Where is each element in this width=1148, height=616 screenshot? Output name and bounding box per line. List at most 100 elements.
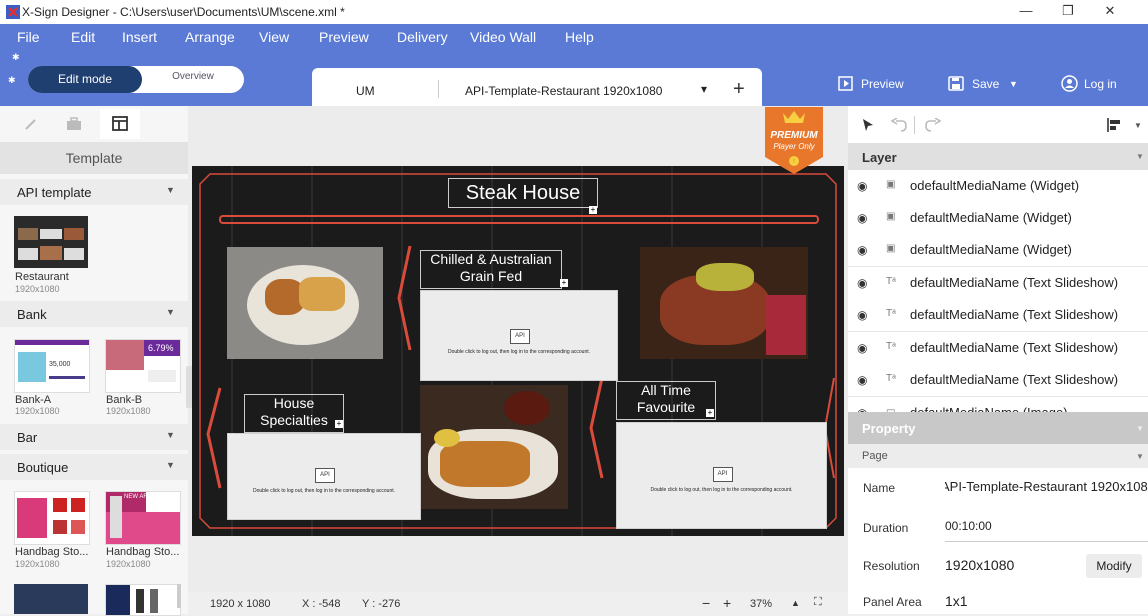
layer-row[interactable]: ◉ Tᵃ defaultMediaName (Text Slideshow) [848, 299, 1148, 332]
select-arrow-icon[interactable] [862, 118, 874, 132]
zoom-dropdown-icon[interactable]: ▲ [791, 598, 800, 608]
menu-video-wall[interactable]: Video Wall [470, 29, 536, 45]
preview-button[interactable]: Preview [861, 77, 904, 91]
chevron-down-icon: ▼ [166, 185, 175, 195]
edit-mode-button[interactable]: Edit mode [28, 66, 142, 93]
category-boutique[interactable]: Boutique ▼ [0, 454, 188, 480]
layer-row[interactable]: ◉ Tᵃ defaultMediaName (Text Slideshow) [848, 332, 1148, 365]
expand-plus-icon[interactable]: + [706, 409, 714, 417]
layer-header-label: Layer [862, 150, 897, 165]
template-icon [112, 116, 128, 131]
handbag-2-banner: NEW ARRIAL [124, 494, 162, 500]
api-widget-3[interactable]: API Double click to log out, then log in… [616, 422, 827, 529]
visibility-eye-icon[interactable]: ◉ [857, 179, 867, 193]
tab-project[interactable]: UM [356, 84, 375, 98]
mode-switch[interactable]: Edit mode Overview [28, 66, 244, 93]
template-name-bank-b: Bank-B [106, 394, 143, 406]
fried-chicken-photo[interactable] [227, 247, 383, 359]
api-widget-2[interactable]: API Double click to log out, then log in… [227, 433, 421, 520]
layer-row[interactable]: ◉ Tᵃ defaultMediaName (Text Slideshow) [848, 267, 1148, 300]
menu-help[interactable]: Help [565, 29, 594, 45]
category-api-template[interactable]: API template ▼ [0, 179, 188, 205]
handbag-1-thumbnail[interactable] [14, 491, 90, 545]
visibility-eye-icon[interactable]: ◉ [857, 373, 867, 387]
modify-button[interactable]: Modify [1086, 554, 1142, 578]
expand-plus-icon[interactable]: + [560, 279, 568, 287]
prop-duration-value[interactable]: 00:10:00 [945, 519, 992, 533]
visibility-eye-icon[interactable]: ◉ [857, 243, 867, 257]
steak-photo[interactable] [640, 247, 808, 359]
bank-b-thumbnail[interactable]: 6.79% [105, 339, 181, 393]
zoom-in-button[interactable]: + [723, 595, 731, 611]
visibility-eye-icon[interactable]: ◉ [857, 341, 867, 355]
house-specialties-label[interactable]: House Specialties [244, 394, 344, 433]
layer-name: defaultMediaName (Text Slideshow) [910, 340, 1119, 355]
template-size-bank-b: 1920x1080 [106, 406, 151, 416]
fit-screen-icon[interactable]: ⛶ [814, 596, 822, 609]
expand-plus-icon[interactable]: + [335, 420, 343, 428]
overview-button[interactable]: Overview [142, 66, 244, 93]
category-bar[interactable]: Bar ▼ [0, 424, 188, 450]
layer-row[interactable]: ◉ ▣ defaultMediaName (Widget) [848, 234, 1148, 267]
minimize-button[interactable]: — [1012, 3, 1040, 21]
preview-icon [838, 76, 853, 91]
add-tab-button[interactable]: + [733, 78, 745, 101]
api-widget-1[interactable]: API Double click to log out, then log in… [420, 290, 618, 381]
bank-a-thumbnail[interactable]: 35,000 [14, 339, 90, 393]
redo-icon[interactable] [925, 118, 941, 132]
zoom-out-button[interactable]: − [702, 595, 710, 611]
pencil-icon[interactable] [24, 117, 38, 131]
visibility-eye-icon[interactable]: ◉ [857, 308, 867, 322]
premium-badge: ! [765, 107, 823, 174]
menu-file[interactable]: File [17, 29, 40, 45]
layer-header: Layer ▼ [848, 143, 1148, 170]
tab-page[interactable]: API-Template-Restaurant 1920x1080 [465, 84, 662, 98]
layer-row[interactable]: ◉ Tᵃ defaultMediaName (Text Slideshow) [848, 364, 1148, 397]
undo-icon[interactable] [891, 118, 907, 132]
menu-insert[interactable]: Insert [122, 29, 157, 45]
template-thumbnail-next-1[interactable] [14, 584, 88, 614]
widget-icon: ▣ [886, 243, 896, 254]
close-button[interactable]: ✕ [1096, 3, 1124, 21]
align-dropdown-icon[interactable]: ▼ [1134, 121, 1142, 130]
category-bank[interactable]: Bank ▼ [0, 301, 188, 327]
template-name-handbag-1: Handbag Sto... [15, 546, 89, 558]
expand-plus-icon[interactable]: + [589, 206, 597, 214]
tab-dropdown-icon[interactable]: ▾ [701, 82, 707, 96]
layer-row[interactable]: ◉ ▣ defaultMediaName (Widget) [848, 202, 1148, 235]
all-time-favourite-label[interactable]: All Time Favourite [616, 381, 716, 420]
menu-preview[interactable]: Preview [319, 29, 369, 45]
menu-view[interactable]: View [259, 29, 289, 45]
chilled-label[interactable]: Chilled & Australian Grain Fed [420, 250, 562, 289]
visibility-eye-icon[interactable]: ◉ [857, 276, 867, 290]
save-button[interactable]: Save [972, 77, 999, 91]
api-widget-text: Double click to log out, then log in to … [252, 488, 396, 494]
maximize-button[interactable]: ❐ [1054, 3, 1082, 21]
chevron-down-icon[interactable]: ▼ [1136, 424, 1144, 433]
visibility-eye-icon[interactable]: ◉ [857, 211, 867, 225]
fried-food-photo[interactable] [420, 385, 568, 509]
menu-delivery[interactable]: Delivery [397, 29, 448, 45]
chevron-down-icon[interactable]: ▼ [1136, 152, 1144, 161]
align-icon[interactable] [1107, 117, 1121, 133]
prop-name-field[interactable]: API-Template-Restaurant 1920x1080 [945, 468, 1148, 508]
menu-arrange[interactable]: Arrange [185, 29, 235, 45]
login-button[interactable]: Log in [1084, 77, 1117, 91]
prop-duration-row: Duration 00:10:00 [848, 508, 1148, 548]
template-header: Template [0, 142, 188, 174]
template-thumbnail-next-2[interactable] [105, 584, 181, 616]
steak-house-title[interactable]: Steak House [448, 178, 598, 208]
pin-icon-2: ✱ [8, 75, 16, 85]
scrollbar-thumb[interactable] [177, 584, 181, 608]
layer-row[interactable]: ◉ ▭ defaultMediaName (Image) [848, 397, 1148, 413]
save-dropdown-icon[interactable]: ▼ [1009, 79, 1018, 89]
api-icon: API [510, 329, 530, 344]
layer-row[interactable]: ◉ ▣ odefaultMediaName (Widget) [848, 170, 1148, 203]
restaurant-thumbnail[interactable] [14, 216, 88, 268]
menu-edit[interactable]: Edit [71, 29, 95, 45]
scene-canvas[interactable]: Steak House + Chilled & Australian Grain… [192, 166, 844, 536]
handbag-2-thumbnail[interactable]: NEW ARRIAL [105, 491, 181, 545]
briefcase-icon[interactable] [66, 117, 82, 131]
chevron-down-icon[interactable]: ▼ [1136, 452, 1144, 461]
save-icon [948, 76, 964, 91]
